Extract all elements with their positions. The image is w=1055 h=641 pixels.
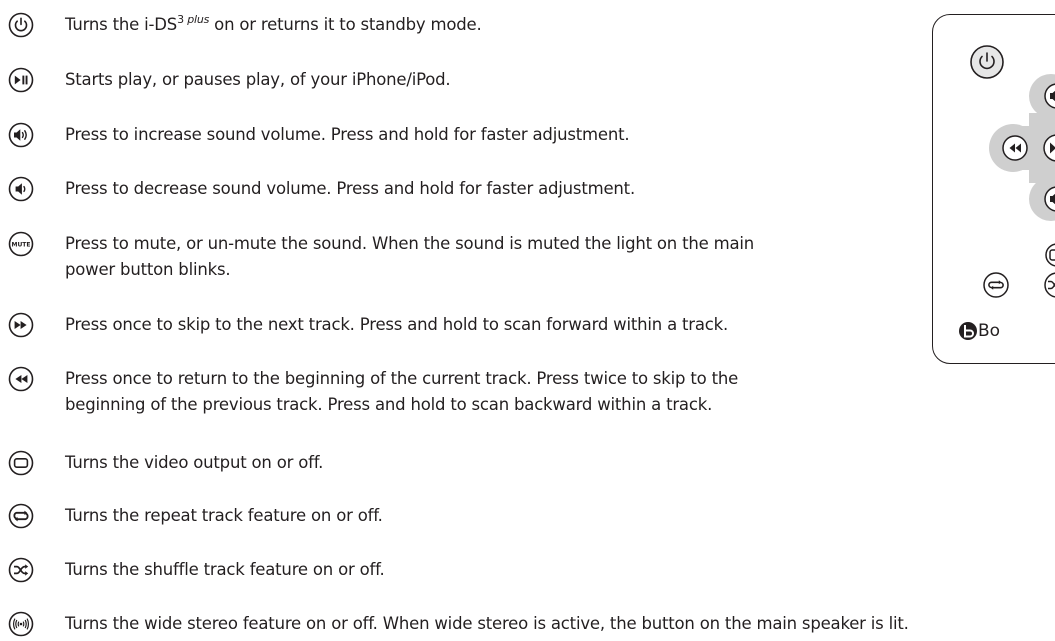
remote-brand-logo-icon xyxy=(959,322,977,340)
video-output-icon xyxy=(8,450,34,476)
remote-repeat-icon xyxy=(983,272,1009,298)
mute-icon-label: MUTE xyxy=(11,241,30,248)
item-description: Starts play, or pauses play, of your iPh… xyxy=(65,70,451,89)
item-power: Turns the i-DS3 plus on or returns it to… xyxy=(8,12,482,38)
item-video-output: Turns the video output on or off. xyxy=(8,450,323,476)
item-description: Turns the wide stereo feature on or off.… xyxy=(65,614,909,633)
item-wide-stereo: Turns the wide stereo feature on or off.… xyxy=(8,611,909,637)
item-mute: MUTE Press to mute, or un-mute the sound… xyxy=(8,231,754,283)
item-description: Press once to skip to the next track. Pr… xyxy=(65,315,729,334)
remote-brand-text: Bo xyxy=(978,321,1001,341)
mute-icon: MUTE xyxy=(8,231,34,257)
item-description: Press to mute, or un-mute the sound. Whe… xyxy=(65,234,755,279)
volume-up-icon xyxy=(8,122,34,148)
item-play-pause: Starts play, or pauses play, of your iPh… xyxy=(8,67,451,93)
remote-shuffle-icon xyxy=(1044,272,1055,298)
item-description: Press to increase sound volume. Press an… xyxy=(65,125,630,144)
wide-stereo-icon xyxy=(8,611,34,637)
remote-control-illustration: Bo xyxy=(932,14,1055,364)
remote-video-output-icon xyxy=(1045,243,1055,267)
item-shuffle: Turns the shuffle track feature on or of… xyxy=(8,557,385,583)
item-next-track: Press once to skip to the next track. Pr… xyxy=(8,312,728,338)
item-description: Turns the video output on or off. xyxy=(65,453,324,472)
item-description: Turns the repeat track feature on or off… xyxy=(65,506,383,525)
item-volume-down: Press to decrease sound volume. Press an… xyxy=(8,176,635,202)
shuffle-icon xyxy=(8,557,34,583)
remote-power-icon xyxy=(970,45,1004,79)
item-description: Press to decrease sound volume. Press an… xyxy=(65,179,635,198)
next-track-icon xyxy=(8,312,34,338)
play-pause-icon xyxy=(8,67,34,93)
remote-previous-icon xyxy=(1002,135,1028,161)
volume-down-icon xyxy=(8,176,34,202)
item-previous-track: Press once to return to the beginning of… xyxy=(8,366,738,418)
item-description: Press once to return to the beginning of… xyxy=(65,369,739,414)
repeat-icon xyxy=(8,503,34,529)
item-description: Turns the i-DS3 plus on or returns it to… xyxy=(65,13,482,34)
item-volume-up: Press to increase sound volume. Press an… xyxy=(8,122,630,148)
power-icon xyxy=(8,12,34,38)
item-repeat: Turns the repeat track feature on or off… xyxy=(8,503,383,529)
item-description: Turns the shuffle track feature on or of… xyxy=(65,560,385,579)
previous-track-icon xyxy=(8,366,34,392)
